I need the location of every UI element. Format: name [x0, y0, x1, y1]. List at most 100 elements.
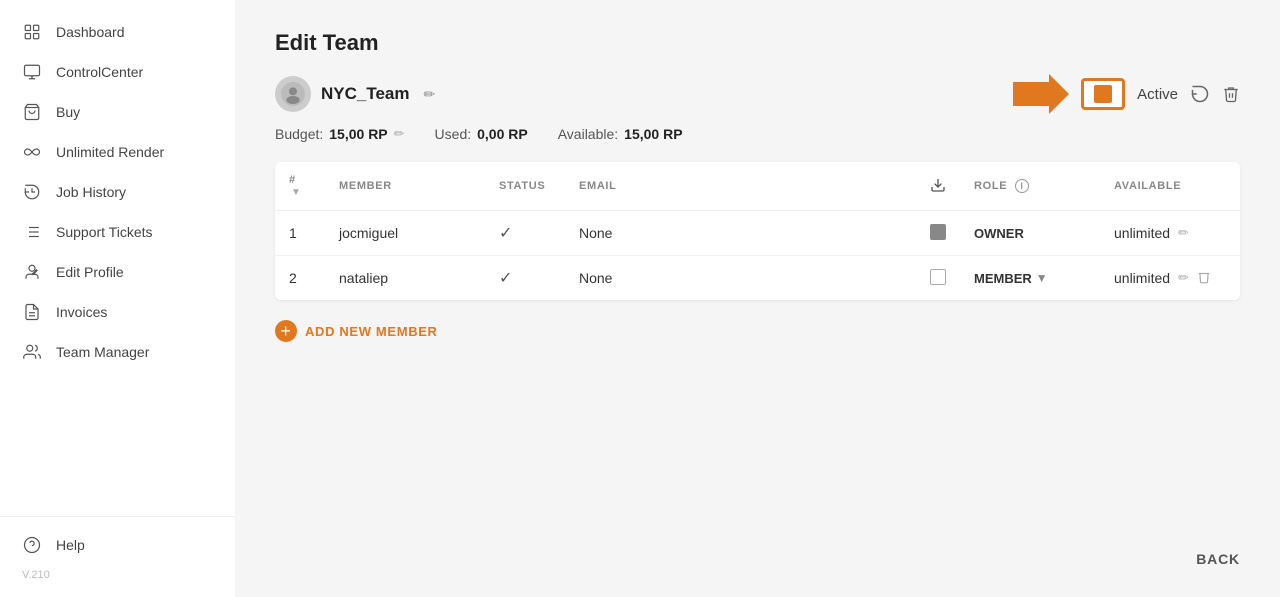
list-icon — [22, 222, 42, 242]
cell-status-1: ✓ — [485, 211, 565, 256]
remove-member-2-button[interactable] — [1197, 269, 1211, 288]
col-header-num: # ▼ — [275, 162, 325, 211]
main-content: Edit Team NYC_Team ✏ — [235, 0, 1280, 597]
cell-member-1: jocmiguel — [325, 211, 485, 256]
cell-dl-1 — [916, 211, 960, 256]
available-label: Available: — [558, 126, 618, 142]
status-check-1: ✓ — [499, 225, 512, 242]
role-dropdown-2: MEMBER ▼ — [974, 271, 1086, 286]
col-header-status: STATUS — [485, 162, 565, 211]
sidebar-item-support-tickets-label: Support Tickets — [56, 224, 153, 240]
help-icon — [22, 535, 42, 555]
sidebar-item-edit-profile-label: Edit Profile — [56, 264, 124, 280]
used-label: Used: — [435, 126, 472, 142]
sidebar-item-job-history-label: Job History — [56, 184, 126, 200]
available-value: 15,00 RP — [624, 126, 682, 142]
available-edit-1[interactable]: ✏ — [1178, 225, 1189, 241]
cell-status-2: ✓ — [485, 256, 565, 301]
role-label-1: OWNER — [974, 226, 1024, 241]
table-header-row: # ▼ MEMBER STATUS EMAIL ROLE i AVAILABLE — [275, 162, 1240, 211]
version-label: V.210 — [0, 565, 235, 585]
role-info-icon[interactable]: i — [1015, 179, 1029, 193]
col-header-download — [916, 162, 960, 211]
sidebar-item-control-center[interactable]: ControlCenter — [0, 52, 235, 92]
team-name-row: NYC_Team ✏ — [275, 76, 439, 112]
dl-checkbox-2[interactable] — [930, 269, 946, 285]
budget-value: 15,00 RP — [329, 126, 387, 142]
add-member-label: ADD NEW MEMBER — [305, 324, 438, 339]
cell-member-2: nataliep — [325, 256, 485, 301]
sidebar-item-support-tickets[interactable]: Support Tickets — [0, 212, 235, 252]
col-header-available: AVAILABLE — [1100, 162, 1240, 211]
user-edit-icon — [22, 262, 42, 282]
cell-dl-2 — [916, 256, 960, 301]
sidebar-item-help[interactable]: Help — [0, 525, 235, 565]
sidebar-item-team-manager[interactable]: Team Manager — [0, 332, 235, 372]
team-name-edit-button[interactable]: ✏ — [420, 84, 440, 105]
sidebar-item-dashboard[interactable]: Dashboard — [0, 12, 235, 52]
budget-edit-button[interactable]: ✏ — [394, 126, 405, 142]
cell-role-1: OWNER — [960, 211, 1100, 256]
sidebar-item-unlimited-render[interactable]: Unlimited Render — [0, 132, 235, 172]
sort-icon[interactable]: ▼ — [291, 187, 302, 198]
add-new-member-button[interactable]: + ADD NEW MEMBER — [275, 320, 1240, 342]
cell-num-1: 1 — [275, 211, 325, 256]
sidebar-item-control-center-label: ControlCenter — [56, 64, 143, 80]
available-edit-2[interactable]: ✏ — [1178, 270, 1189, 286]
file-icon — [22, 302, 42, 322]
cell-email-2: None — [565, 256, 916, 301]
col-header-email: EMAIL — [565, 162, 916, 211]
sidebar-item-buy[interactable]: Buy — [0, 92, 235, 132]
page-title: Edit Team — [275, 30, 1240, 56]
delete-team-button[interactable] — [1222, 84, 1240, 104]
cell-role-2: MEMBER ▼ — [960, 256, 1100, 301]
sidebar-item-help-label: Help — [56, 537, 85, 553]
sidebar-item-invoices-label: Invoices — [56, 304, 107, 320]
history-action-button[interactable] — [1190, 84, 1210, 104]
active-btn-inner-icon — [1094, 85, 1112, 103]
used-value: 0,00 RP — [477, 126, 528, 142]
monitor-icon — [22, 62, 42, 82]
cell-email-1: None — [565, 211, 916, 256]
status-check-2: ✓ — [499, 270, 512, 287]
history-icon — [22, 182, 42, 202]
add-circle-icon: + — [275, 320, 297, 342]
sidebar-item-edit-profile[interactable]: Edit Profile — [0, 252, 235, 292]
col-header-member: MEMBER — [325, 162, 485, 211]
active-toggle-button[interactable] — [1081, 78, 1125, 110]
back-button[interactable]: BACK — [1196, 551, 1240, 567]
sidebar-item-team-manager-label: Team Manager — [56, 344, 149, 360]
budget-label: Budget: — [275, 126, 323, 142]
available-item: Available: 15,00 RP — [558, 126, 683, 142]
team-name-label: NYC_Team — [321, 84, 410, 104]
sidebar-item-dashboard-label: Dashboard — [56, 24, 125, 40]
dl-checkbox-1[interactable] — [930, 224, 946, 240]
cart-icon — [22, 102, 42, 122]
available-row-2: unlimited ✏ — [1114, 269, 1226, 288]
status-label: Active — [1137, 86, 1178, 103]
members-table: # ▼ MEMBER STATUS EMAIL ROLE i AVAILABLE… — [275, 162, 1240, 300]
users-icon — [22, 342, 42, 362]
available-row-1: unlimited ✏ — [1114, 225, 1226, 241]
sidebar-help-section: Help V.210 — [0, 516, 235, 585]
table-row: 1 jocmiguel ✓ None OWNER unlimited ✏ — [275, 211, 1240, 256]
avatar — [275, 76, 311, 112]
used-item: Used: 0,00 RP — [435, 126, 528, 142]
available-text-2: unlimited — [1114, 270, 1170, 286]
role-label-2: MEMBER — [974, 271, 1032, 286]
col-header-role: ROLE i — [960, 162, 1100, 211]
team-actions: Active — [1013, 72, 1240, 116]
cell-available-2: unlimited ✏ — [1100, 256, 1240, 301]
table-row: 2 nataliep ✓ None MEMBER ▼ unlimited ✏ — [275, 256, 1240, 301]
cell-available-1: unlimited ✏ — [1100, 211, 1240, 256]
cell-num-2: 2 — [275, 256, 325, 301]
sidebar-item-job-history[interactable]: Job History — [0, 172, 235, 212]
team-header: NYC_Team ✏ Active — [275, 72, 1240, 116]
role-dropdown-arrow-2[interactable]: ▼ — [1036, 271, 1048, 285]
arrow-annotation — [1013, 72, 1069, 116]
budget-row: Budget: 15,00 RP ✏ Used: 0,00 RP Availab… — [275, 126, 1240, 142]
infinite-icon — [22, 142, 42, 162]
sidebar-item-invoices[interactable]: Invoices — [0, 292, 235, 332]
sidebar: Dashboard ControlCenter Buy Unlimited Re… — [0, 0, 235, 597]
budget-item: Budget: 15,00 RP ✏ — [275, 126, 405, 142]
